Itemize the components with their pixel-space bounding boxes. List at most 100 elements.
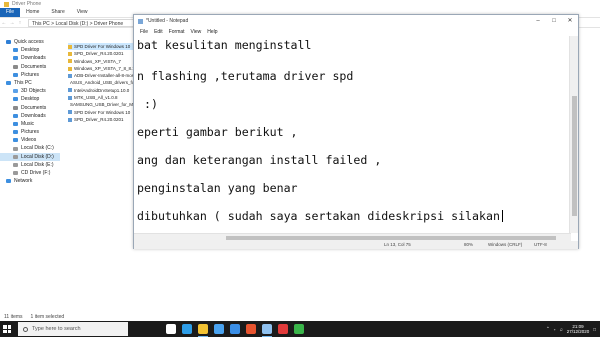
notepad-icon[interactable] [262, 324, 272, 337]
file-row[interactable]: SPD Driver For Windows 10 [68, 43, 138, 51]
file-row[interactable]: SPD Driver For Windows 10 [68, 109, 138, 116]
text-caret [501, 210, 503, 222]
nav-item-label: Pictures [21, 129, 40, 136]
text-line: :) [137, 97, 158, 111]
file-row[interactable]: ASUS_Android_USB_drivers_for_Windows [68, 79, 138, 86]
menu-edit[interactable]: Edit [151, 29, 166, 35]
file-name: IntelAndroidDrvSetup1.10.0 [74, 87, 130, 93]
nav-item[interactable]: CD Drive (F:) [0, 169, 60, 177]
recorder-icon[interactable] [278, 324, 288, 334]
nav-item[interactable]: Network [0, 177, 60, 185]
notepad-icon [138, 18, 143, 24]
store-icon[interactable] [214, 324, 224, 334]
tab-view[interactable]: View [71, 8, 94, 17]
horizontal-scrollbar[interactable] [134, 233, 571, 241]
nav-item[interactable]: Desktop [0, 95, 60, 103]
file-row[interactable]: SPD_Driver_R4.20.0201 [68, 50, 138, 57]
file-name: SAMSUNG_USB_Driver_for_Mobile_Phones [70, 102, 138, 108]
file-name: SPD Driver For Windows 10 [74, 44, 131, 49]
nav-item[interactable]: Pictures [0, 71, 60, 79]
nav-item[interactable]: Documents [0, 104, 60, 112]
scroll-thumb[interactable] [572, 96, 577, 216]
nav-item[interactable]: Documents [0, 63, 60, 71]
menu-help[interactable]: Help [204, 29, 220, 35]
nav-item[interactable]: Quick access [0, 38, 60, 46]
search-icon [23, 326, 28, 332]
folder-icon [68, 59, 72, 64]
nav-item[interactable]: Local Disk (D:) [0, 152, 60, 161]
tab-share[interactable]: Share [45, 8, 70, 17]
taskbar-search[interactable]: Type here to search [18, 322, 128, 336]
nav-item-icon [13, 56, 18, 61]
text-line-last: dibutuhkan ( sudah saya sertakan dideskr… [137, 209, 503, 223]
close-button[interactable]: ✕ [562, 15, 578, 27]
file-row[interactable]: IntelAndroidDrvSetup1.10.0 [68, 87, 138, 94]
notepad-text-area[interactable]: bat kesulitan menginstall n flashing ,te… [134, 36, 570, 233]
scroll-thumb[interactable] [226, 236, 556, 240]
file-name: ADB-Driver-Installer-all-8-most [74, 73, 136, 79]
file-row[interactable]: Windows_XP_VISTA_7 [68, 58, 138, 65]
nav-item[interactable]: Pictures [0, 128, 60, 136]
nav-item-icon [6, 40, 11, 45]
nav-item[interactable]: Local Disk (E:) [0, 161, 60, 169]
maximize-button[interactable]: □ [546, 15, 562, 27]
taskbar: Type here to search ⌃ ▫ ♫ 21:09 27/12/20… [0, 321, 600, 337]
file-row[interactable]: ADB-Driver-Installer-all-8-most [68, 72, 138, 79]
app-icon[interactable] [294, 324, 304, 334]
clock[interactable]: 21:09 27/12/2020 [567, 324, 590, 334]
nav-item[interactable]: Videos [0, 136, 60, 144]
nav-item[interactable]: Downloads [0, 54, 60, 62]
vertical-scrollbar[interactable] [569, 36, 578, 233]
nav-item-label: Local Disk (C:) [21, 145, 54, 152]
application-icon [68, 117, 72, 122]
tab-file[interactable]: File [0, 8, 21, 17]
encoding: UTF-8 [534, 242, 547, 247]
search-placeholder: Type here to search [32, 326, 81, 332]
notifications-icon[interactable]: □ [593, 327, 596, 332]
file-row[interactable]: SPD_Driver_R4.20.0201 [68, 116, 138, 123]
office-icon[interactable] [246, 324, 256, 334]
text-line: n flashing ,terutama driver spd [137, 69, 354, 83]
chevron-up-icon[interactable]: ⌃ [546, 326, 550, 332]
network-icon[interactable]: ▫ [554, 327, 556, 332]
nav-item-label: Documents [21, 104, 47, 111]
edge-icon[interactable] [182, 324, 192, 334]
application-icon [68, 110, 72, 115]
application-icon [68, 95, 72, 100]
zoom-level: 80% [464, 242, 474, 247]
notepad-menu-bar: File Edit Format View Help [134, 27, 578, 36]
forward-arrow-icon[interactable]: → [8, 20, 16, 26]
task-view-icon[interactable] [166, 324, 176, 334]
file-row[interactable]: Windows_XP_VISTA_7_8_8.1 [68, 65, 138, 72]
menu-view[interactable]: View [188, 29, 205, 35]
nav-item[interactable]: Local Disk (C:) [0, 144, 60, 152]
mail-icon[interactable] [230, 324, 240, 334]
nav-item-label: Pictures [21, 71, 40, 78]
nav-item[interactable]: Music [0, 120, 60, 128]
start-button[interactable] [0, 321, 14, 337]
nav-item-icon [13, 72, 18, 77]
cursor-position: Ln 13, Col 75 [384, 242, 411, 247]
file-row[interactable]: MTK_USB_All_v1.0.8 [68, 94, 138, 101]
minimize-button[interactable]: – [530, 15, 546, 27]
back-arrow-icon[interactable]: ← [0, 20, 8, 26]
text-line: dibutuhkan ( sudah saya sertakan dideskr… [137, 209, 500, 223]
volume-icon[interactable]: ♫ [559, 327, 562, 332]
explorer-status-bar: 11 items 1 item selected [0, 312, 600, 321]
nav-item-icon [13, 162, 18, 167]
file-explorer-icon[interactable] [198, 324, 208, 337]
nav-item-label: Local Disk (D:) [21, 153, 54, 160]
nav-item[interactable]: This PC [0, 79, 60, 87]
nav-item[interactable]: Downloads [0, 112, 60, 120]
menu-format[interactable]: Format [166, 29, 188, 35]
nav-item-label: This PC [14, 79, 32, 86]
file-row[interactable]: SAMSUNG_USB_Driver_for_Mobile_Phones [68, 101, 138, 108]
up-arrow-icon[interactable]: ↑ [16, 20, 24, 26]
file-name: Windows_XP_VISTA_7_8_8.1 [74, 65, 135, 71]
nav-item-label: Downloads [21, 55, 46, 62]
nav-item-icon [13, 48, 18, 53]
tab-home[interactable]: Home [20, 8, 45, 17]
menu-file[interactable]: File [137, 29, 151, 35]
nav-item[interactable]: 3D Objects [0, 87, 60, 95]
nav-item[interactable]: Desktop [0, 46, 60, 54]
